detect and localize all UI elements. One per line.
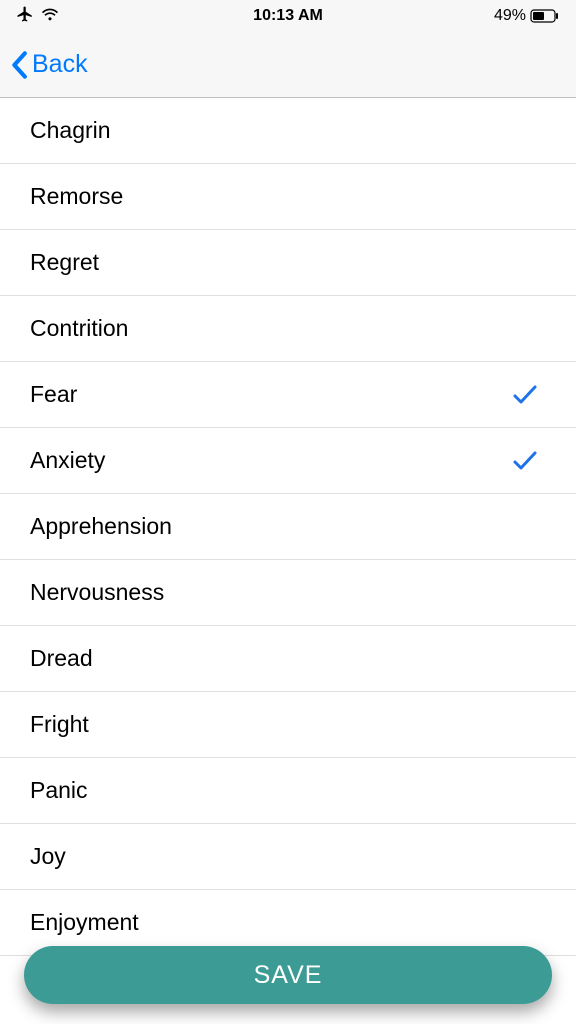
list-item-label: Contrition — [30, 315, 128, 342]
battery-percent: 49% — [494, 7, 526, 25]
list-item-label: Chagrin — [30, 117, 111, 144]
list-item-label: Regret — [30, 249, 99, 276]
list-item-label: Joy — [30, 843, 66, 870]
status-bar: 10:13 AM 49% — [0, 0, 576, 32]
list-item[interactable]: Contrition — [0, 296, 576, 362]
airplane-mode-icon — [16, 5, 34, 28]
list-item-label: Remorse — [30, 183, 123, 210]
list-item-label: Anxiety — [30, 447, 105, 474]
list-item-label: Panic — [30, 777, 88, 804]
list-item[interactable]: Anxiety — [0, 428, 576, 494]
list-item-label: Enjoyment — [30, 909, 139, 936]
list-item-label: Nervousness — [30, 579, 164, 606]
status-right: 49% — [494, 7, 560, 25]
wifi-icon — [40, 6, 60, 27]
list-item-label: Apprehension — [30, 513, 172, 540]
list-item-label: Dread — [30, 645, 93, 672]
checkmark-icon — [512, 450, 546, 472]
status-left — [16, 5, 60, 28]
checkmark-icon — [512, 384, 546, 406]
list-item[interactable]: Joy — [0, 824, 576, 890]
list-item[interactable]: Remorse — [0, 164, 576, 230]
emotion-list: Chagrin Remorse Regret Contrition Fear Anxiet… — [0, 98, 576, 956]
list-item-label: Fear — [30, 381, 77, 408]
save-button-label: SAVE — [254, 961, 323, 990]
list-item[interactable]: Fright — [0, 692, 576, 758]
list-item[interactable]: Nervousness — [0, 560, 576, 626]
battery-icon — [530, 9, 560, 23]
navigation-bar: Back — [0, 32, 576, 98]
save-button[interactable]: SAVE — [24, 946, 552, 1004]
list-item[interactable]: Dread — [0, 626, 576, 692]
chevron-left-icon — [10, 51, 28, 79]
list-item[interactable]: Regret — [0, 230, 576, 296]
status-time: 10:13 AM — [253, 7, 323, 25]
back-label: Back — [32, 50, 88, 79]
list-item[interactable]: Apprehension — [0, 494, 576, 560]
list-item-label: Fright — [30, 711, 89, 738]
back-button[interactable]: Back — [10, 50, 88, 79]
list-item[interactable]: Fear — [0, 362, 576, 428]
list-item[interactable]: Panic — [0, 758, 576, 824]
list-item[interactable]: Chagrin — [0, 98, 576, 164]
